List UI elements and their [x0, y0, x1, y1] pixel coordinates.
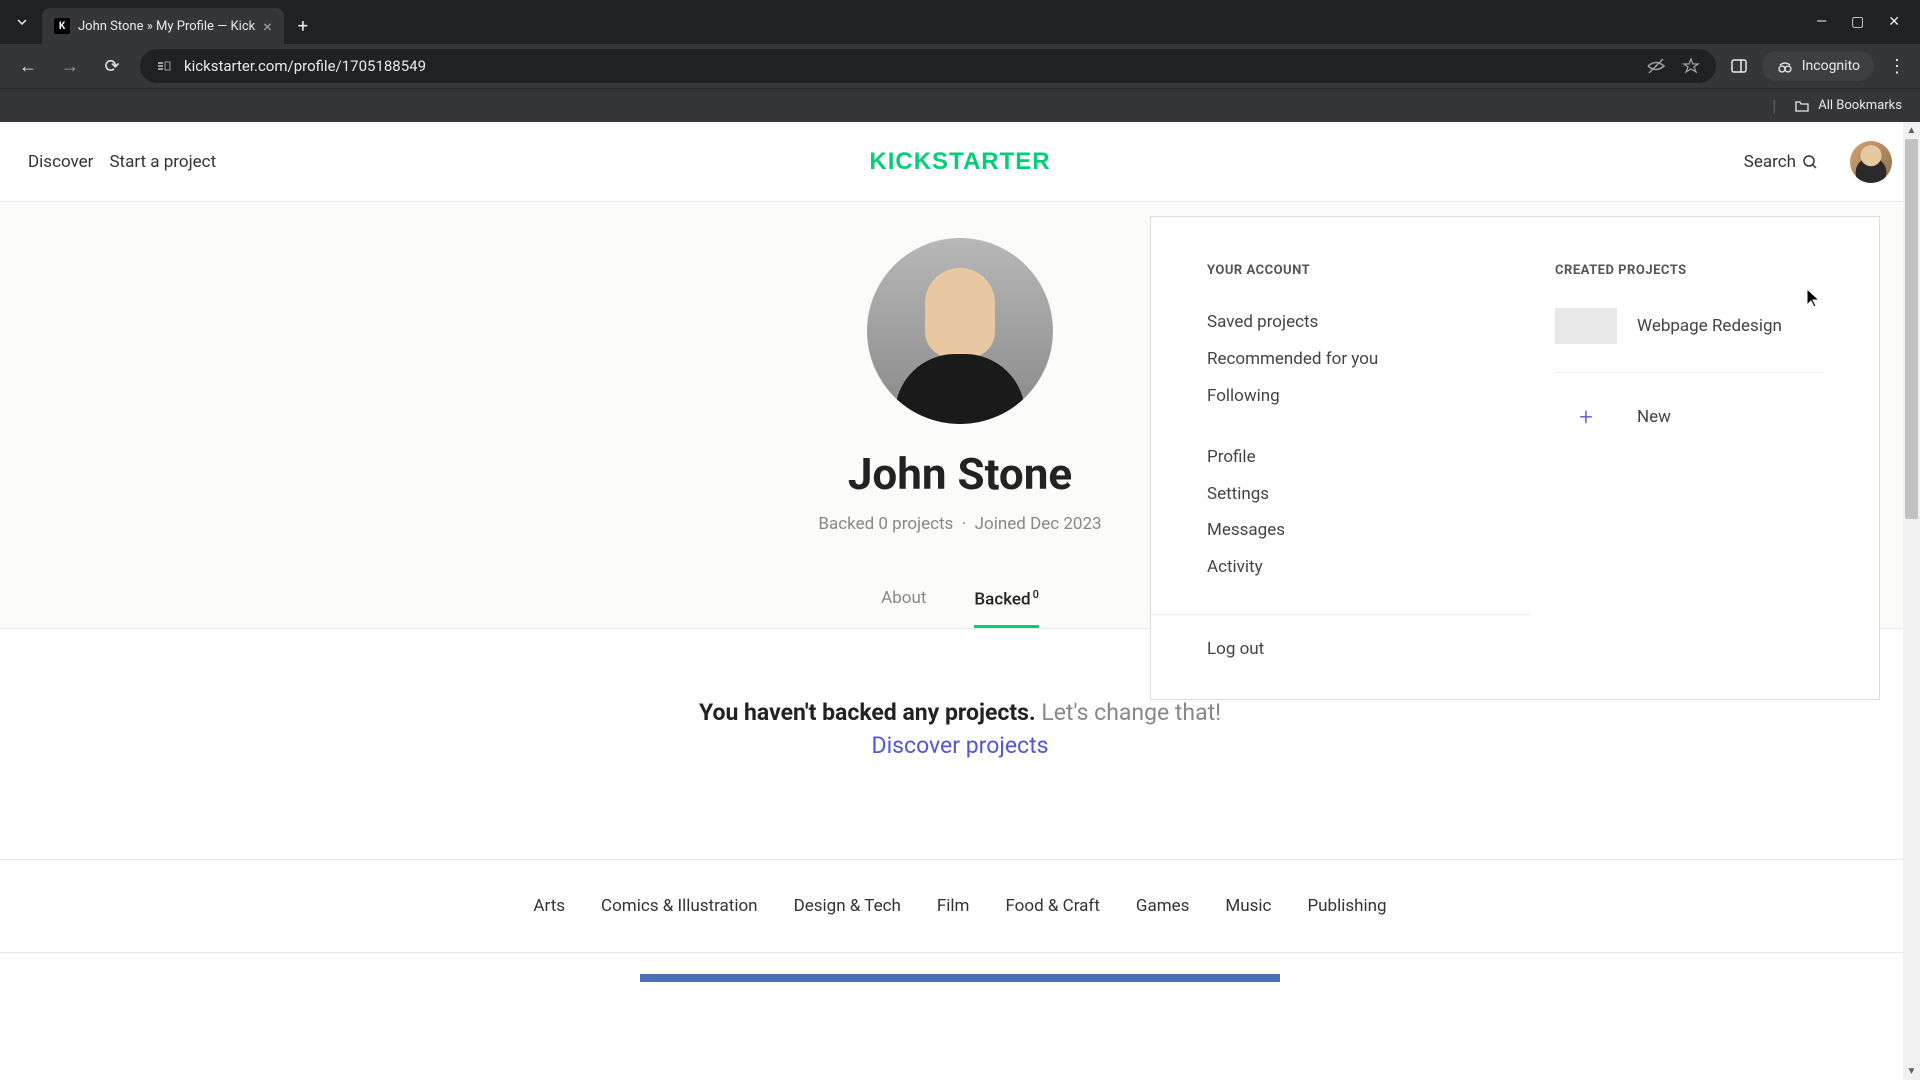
close-tab-icon[interactable]: ×: [263, 17, 272, 36]
messages-link[interactable]: Messages: [1207, 516, 1475, 545]
all-bookmarks-button[interactable]: All Bookmarks: [1794, 98, 1902, 114]
search-link[interactable]: Search: [1744, 152, 1818, 172]
scroll-up-icon[interactable]: ▲: [1903, 122, 1920, 139]
back-button[interactable]: ←: [14, 56, 42, 77]
kickstarter-logo[interactable]: KICKSTARTER: [869, 148, 1050, 176]
empty-state-bold: You haven't backed any projects.: [699, 699, 1036, 726]
logout-link[interactable]: Log out: [1207, 639, 1264, 659]
tab-backed-count: 0: [1033, 588, 1039, 601]
start-project-link[interactable]: Start a project: [109, 152, 216, 172]
browser-tab[interactable]: K John Stone » My Profile — Kick ×: [42, 8, 284, 44]
search-label: Search: [1744, 152, 1796, 172]
empty-state-light: Let's change that!: [1041, 699, 1221, 726]
category-link[interactable]: Music: [1225, 896, 1271, 916]
category-link[interactable]: Arts: [533, 896, 565, 916]
maximize-icon[interactable]: ▢: [1851, 14, 1864, 30]
incognito-badge[interactable]: Incognito: [1762, 51, 1874, 81]
side-panel-icon[interactable]: [1730, 57, 1748, 75]
incognito-eye-icon[interactable]: [1646, 56, 1666, 76]
category-link[interactable]: Design & Tech: [794, 896, 901, 916]
bookmarks-label: All Bookmarks: [1818, 98, 1902, 113]
project-name: Webpage Redesign: [1637, 312, 1782, 341]
plus-icon: +: [1555, 399, 1617, 435]
scroll-down-icon[interactable]: ▼: [1903, 1063, 1920, 1080]
tab-about[interactable]: About: [881, 570, 926, 628]
incognito-icon: [1776, 57, 1794, 75]
bookmark-star-icon[interactable]: [1682, 57, 1700, 75]
category-link[interactable]: Games: [1136, 896, 1190, 916]
joined-stat: Joined Dec 2023: [975, 514, 1102, 534]
category-link[interactable]: Publishing: [1307, 896, 1386, 916]
new-project-label: New: [1637, 403, 1671, 432]
tab-title: John Stone » My Profile — Kick: [78, 19, 255, 34]
search-icon: [1802, 154, 1818, 170]
category-link[interactable]: Comics & Illustration: [601, 896, 758, 916]
close-window-icon[interactable]: ✕: [1888, 14, 1900, 30]
bookmarks-divider: |: [1772, 96, 1776, 115]
your-account-heading: YOUR ACCOUNT: [1207, 263, 1475, 278]
created-projects-heading: CREATED PROJECTS: [1555, 263, 1823, 278]
tab-backed-label: Backed: [974, 590, 1030, 610]
reload-button[interactable]: ⟳: [98, 56, 126, 77]
footer-edge: [0, 952, 1920, 982]
profile-link[interactable]: Profile: [1207, 443, 1475, 472]
folder-icon: [1794, 98, 1810, 114]
scrollbar[interactable]: ▲ ▼: [1903, 122, 1920, 1080]
discover-link[interactable]: Discover: [28, 152, 93, 172]
favicon-icon: K: [54, 18, 70, 34]
scrollbar-thumb[interactable]: [1905, 139, 1918, 519]
discover-projects-link[interactable]: Discover projects: [0, 732, 1920, 759]
dropdown-divider: [1151, 614, 1531, 615]
site-info-icon[interactable]: [156, 58, 172, 74]
activity-link[interactable]: Activity: [1207, 553, 1475, 582]
minimize-icon[interactable]: —: [1816, 14, 1827, 30]
category-link[interactable]: Food & Craft: [1005, 896, 1099, 916]
url-text: kickstarter.com/profile/1705188549: [184, 57, 1634, 75]
browser-menu-icon[interactable]: ⋮: [1888, 56, 1906, 77]
backed-stat: Backed 0 projects: [818, 514, 953, 534]
recommended-link[interactable]: Recommended for you: [1207, 345, 1475, 374]
tab-backed[interactable]: Backed0: [974, 570, 1038, 628]
created-project-item[interactable]: Webpage Redesign: [1555, 308, 1823, 344]
new-project-button[interactable]: + New: [1555, 372, 1823, 435]
project-thumbnail: [1555, 308, 1617, 344]
following-link[interactable]: Following: [1207, 382, 1475, 411]
saved-projects-link[interactable]: Saved projects: [1207, 308, 1475, 337]
new-tab-button[interactable]: +: [298, 16, 308, 37]
tab-search-dropdown[interactable]: [10, 10, 34, 34]
profile-avatar: [867, 238, 1053, 424]
category-nav: Arts Comics & Illustration Design & Tech…: [0, 859, 1920, 952]
address-bar[interactable]: kickstarter.com/profile/1705188549: [140, 49, 1716, 83]
settings-link[interactable]: Settings: [1207, 480, 1475, 509]
account-dropdown: YOUR ACCOUNT Saved projects Recommended …: [1150, 216, 1880, 700]
forward-button[interactable]: →: [56, 56, 84, 77]
user-avatar-button[interactable]: [1850, 141, 1892, 183]
category-link[interactable]: Film: [937, 896, 970, 916]
incognito-label: Incognito: [1802, 58, 1860, 74]
